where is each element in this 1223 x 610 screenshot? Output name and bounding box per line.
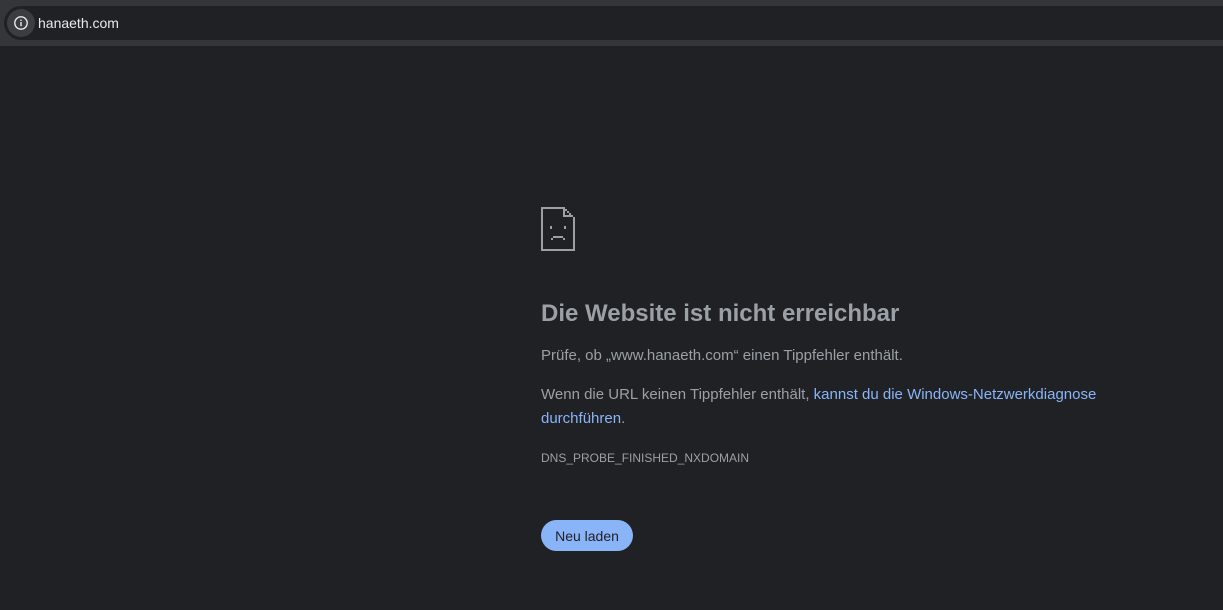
error-title: Die Website ist nicht erreichbar (541, 300, 900, 327)
reload-button[interactable]: Neu laden (541, 520, 633, 551)
address-bar[interactable]: hanaeth.com (4, 6, 1223, 40)
browser-toolbar: hanaeth.com (0, 0, 1223, 46)
diagnose-prefix: Wenn die URL keinen Tippfehler enthält, (541, 386, 814, 403)
url-text[interactable]: hanaeth.com (38, 14, 119, 32)
diagnose-hint: Wenn die URL keinen Tippfehler enthält, … (541, 383, 1111, 431)
info-icon[interactable] (7, 9, 35, 37)
typo-hint: Prüfe, ob „www.hanaeth.com“ einen Tippfe… (541, 347, 903, 364)
diagnose-suffix: . (621, 410, 626, 427)
sad-document-icon (541, 207, 575, 251)
error-code: DNS_PROBE_FINISHED_NXDOMAIN (541, 451, 750, 465)
